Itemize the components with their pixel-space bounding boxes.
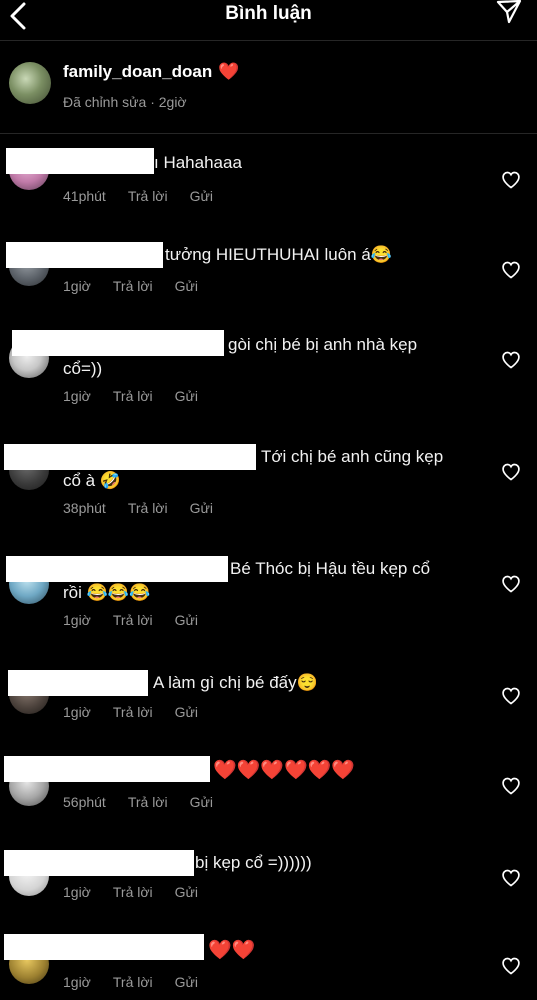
heart-outline-icon[interactable]	[501, 574, 521, 594]
heart-outline-icon[interactable]	[501, 350, 521, 370]
comment-time: 1giờ	[63, 388, 91, 404]
comment-text-line2: cổ à 🤣	[63, 471, 122, 490]
comment-time: 1giờ	[63, 974, 91, 990]
comment-text: tưởng HIEUTHUHAI luôn á😂	[165, 245, 392, 264]
comment-time: 1giờ	[63, 704, 91, 720]
send-button[interactable]: Gửi	[190, 794, 213, 810]
heart-emoji: ❤️	[218, 62, 240, 82]
heart-outline-icon[interactable]	[501, 686, 521, 706]
caption-meta: Đã chỉnh sửa · 2giờ	[63, 94, 187, 110]
redacted-username	[8, 670, 148, 696]
comment-text: A làm gì chị bé đấy😌	[153, 673, 318, 692]
redacted-username	[6, 556, 228, 582]
send-button[interactable]: Gửi	[175, 974, 198, 990]
comment-text: Tới chị bé anh cũng kẹp	[261, 447, 444, 466]
post-caption: family_doan_doan ❤️ Đã chỉnh sửa · 2giờ	[0, 52, 537, 122]
reply-button[interactable]: Trả lời	[128, 188, 168, 204]
reply-button[interactable]: Trả lời	[113, 612, 153, 628]
comment-time: 1giờ	[63, 278, 91, 294]
send-button[interactable]: Gửi	[175, 704, 198, 720]
redacted-username	[4, 756, 210, 782]
reply-button[interactable]: Trả lời	[113, 704, 153, 720]
reply-button[interactable]: Trả lời	[113, 884, 153, 900]
reply-button[interactable]: Trả lời	[128, 794, 168, 810]
redacted-username	[6, 242, 163, 268]
comment-text-line2: rồi 😂😂😂	[63, 583, 151, 602]
heart-outline-icon[interactable]	[501, 868, 521, 888]
comment-time: 1giờ	[63, 884, 91, 900]
comment-text: Bé Thóc bị Hậu tều kẹp cổ	[230, 559, 431, 578]
heart-outline-icon[interactable]	[501, 956, 521, 976]
redacted-username	[6, 148, 154, 174]
comment-text: bị kẹp cổ =))))))	[195, 853, 312, 872]
send-button[interactable]: Gửi	[175, 612, 198, 628]
send-button[interactable]: Gửi	[175, 278, 198, 294]
reply-button[interactable]: Trả lời	[113, 278, 153, 294]
redacted-username	[4, 850, 194, 876]
send-button[interactable]: Gửi	[175, 884, 198, 900]
send-button[interactable]: Gửi	[175, 388, 198, 404]
header-divider	[0, 40, 537, 41]
comment-time: 41phút	[63, 188, 106, 204]
redacted-username	[4, 444, 256, 470]
comment-text: ❤️❤️	[208, 939, 256, 961]
comment-text: gòi chị bé bị anh nhà kẹp	[228, 335, 418, 354]
heart-outline-icon[interactable]	[501, 776, 521, 796]
caption-username[interactable]: family_doan_doan	[63, 62, 212, 81]
heart-outline-icon[interactable]	[501, 260, 521, 280]
heart-outline-icon[interactable]	[501, 462, 521, 482]
caption-divider	[0, 133, 537, 134]
send-button[interactable]: Gửi	[190, 500, 213, 516]
comment-time: 38phút	[63, 500, 106, 516]
reply-button[interactable]: Trả lời	[113, 388, 153, 404]
redacted-username	[12, 330, 224, 356]
send-button[interactable]: Gửi	[190, 188, 213, 204]
comment-text: ı Hahahaaa	[154, 153, 242, 172]
comment-text-line2: cổ=))	[63, 359, 103, 378]
comment-text: ❤️❤️❤️❤️❤️❤️	[213, 759, 355, 781]
page-title: Bình luận	[225, 3, 312, 24]
reply-button[interactable]: Trả lời	[128, 500, 168, 516]
avatar[interactable]	[9, 62, 51, 104]
comment-time: 56phút	[63, 794, 106, 810]
paper-plane-icon[interactable]	[495, 0, 523, 26]
redacted-username	[4, 934, 204, 960]
comment-time: 1giờ	[63, 612, 91, 628]
top-bar: Bình luận	[0, 0, 537, 40]
heart-outline-icon[interactable]	[501, 170, 521, 190]
reply-button[interactable]: Trả lời	[113, 974, 153, 990]
